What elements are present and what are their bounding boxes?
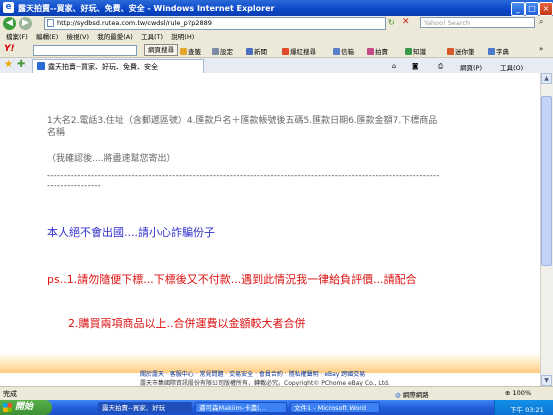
- stop-icon[interactable]: ✕: [402, 17, 410, 27]
- favorites-star-icon[interactable]: ★: [4, 59, 13, 70]
- taskbar-item-ie[interactable]: 露天拍賣--買家、好玩: [98, 402, 192, 413]
- gear-icon: [212, 48, 219, 55]
- search-icon[interactable]: ⌕: [539, 17, 543, 27]
- security-zone: ◍ 網際網路: [395, 389, 429, 399]
- title-bar: e 露天拍賣--買家、好玩、免費、安全 - Windows Internet E…: [0, 0, 553, 16]
- menu-favorites[interactable]: 我的最愛(A): [97, 32, 133, 43]
- toolbar-item-trending[interactable]: 爆紅搜尋: [282, 46, 316, 56]
- menu-file[interactable]: 檔案(F): [6, 32, 28, 43]
- toolbar-item-mail[interactable]: 信箱: [333, 46, 354, 56]
- knowledge-icon: [405, 48, 412, 55]
- feeds-icon[interactable]: ◙: [412, 62, 418, 70]
- page-content: 1大名2.電話3.住址（含郵遞區號）4.匯款戶名＋匯款帳號後五碼5.匯款日期6.…: [0, 73, 540, 386]
- flame-icon: [282, 48, 289, 55]
- window-title: 露天拍賣--買家、好玩、免費、安全 - Windows Internet Exp…: [18, 4, 275, 13]
- ps-note-1: ps..1.請勿隨便下標...下標後又不付款...遇到此情況我一律給負評價...…: [47, 273, 417, 286]
- globe-icon: ◍: [395, 391, 401, 399]
- scroll-up-arrow-icon[interactable]: ▲: [541, 73, 552, 84]
- address-field[interactable]: http://sydbsd.rutea.com.tw/cwdsl/rule_p?…: [44, 17, 386, 30]
- news-icon: [246, 48, 253, 55]
- zone-label: 網際網路: [402, 391, 429, 399]
- tab-label: 露天拍賣--買家、好玩、免費、安全: [48, 63, 159, 71]
- menu-help[interactable]: 說明(H): [171, 32, 194, 43]
- bookmark-icon: [180, 48, 187, 55]
- toolbar-item-mini-pen[interactable]: 迷你筆: [447, 46, 475, 56]
- page-menu[interactable]: 網頁(P): [460, 62, 482, 72]
- tab-active[interactable]: 露天拍賣--買家、好玩、免費、安全: [32, 59, 204, 74]
- tab-page-icon: [37, 62, 45, 70]
- yahoo-search-input[interactable]: [33, 45, 137, 56]
- taskbar-item-word[interactable]: 文件1 - Microsoft Word: [290, 402, 380, 413]
- page-icon: [47, 19, 54, 27]
- print-icon[interactable]: ⎙: [438, 62, 443, 71]
- scrollbar-thumb[interactable]: [541, 96, 552, 266]
- start-label: 開始: [15, 402, 34, 412]
- back-arrow-icon[interactable]: ◀: [3, 17, 16, 30]
- menu-view[interactable]: 檢視(V): [66, 32, 89, 43]
- refresh-icon[interactable]: ↻: [388, 18, 395, 27]
- footer-links[interactable]: 關於露天 ‧ 客服中心 ‧ 常見問題 ‧ 交易安全 ‧ 會員合約 ‧ 隱私權聲明…: [140, 369, 365, 378]
- status-text: 完成: [3, 390, 17, 398]
- maximize-button[interactable]: □: [525, 2, 539, 16]
- home-icon[interactable]: ⌂: [392, 62, 396, 70]
- close-button[interactable]: ×: [539, 2, 553, 16]
- toolbar-item-knowledge[interactable]: 知識: [405, 46, 426, 56]
- menu-edit[interactable]: 編輯(E): [36, 32, 58, 43]
- zoom-control[interactable]: ⊕ 100%: [505, 389, 531, 397]
- toolbar-item-dictionary[interactable]: 字典: [488, 46, 509, 56]
- toolbar-item-auction[interactable]: 拍賣: [367, 46, 388, 56]
- tools-menu[interactable]: 工具(O): [500, 62, 523, 72]
- dictionary-icon: [488, 48, 495, 55]
- ie-icon: e: [3, 2, 14, 13]
- fraud-warning: 本人絕不會出國....請小心詐騙份子: [47, 226, 215, 239]
- search-input[interactable]: Yahoo! Search: [420, 17, 535, 28]
- payment-instructions: 1大名2.電話3.住址（含郵遞區號）4.匯款戶名＋匯款帳號後五碼5.匯款日期6.…: [47, 116, 438, 138]
- toolbar-item-settings[interactable]: 設定: [212, 46, 233, 56]
- menu-tools[interactable]: 工具(T): [141, 32, 163, 43]
- windows-flag-icon: [3, 403, 12, 412]
- tools-menu-label: 工具(O): [500, 64, 524, 72]
- zoom-icon: ⊕: [505, 389, 511, 397]
- taskbar-item-media[interactable]: 邁可森Makiim-卡農(...: [195, 402, 287, 413]
- page-menu-label: 網頁(P): [460, 64, 482, 72]
- start-button[interactable]: 開始: [0, 400, 52, 415]
- yahoo-logo[interactable]: Y!: [4, 44, 15, 54]
- toolbar-overflow-icon[interactable]: »: [539, 45, 543, 53]
- minimize-button[interactable]: _: [511, 2, 525, 16]
- pen-icon: [447, 48, 454, 55]
- add-favorites-icon[interactable]: ✚: [17, 59, 25, 70]
- mail-icon: [333, 48, 340, 55]
- scroll-down-arrow-icon[interactable]: ▼: [541, 375, 552, 386]
- dashed-divider: ----------------------------------------…: [47, 171, 440, 190]
- web-search-button[interactable]: 網頁搜尋: [144, 44, 178, 56]
- ps-note-2: 2.購買兩項商品以上..合併運費以金額較大者合併: [68, 317, 306, 330]
- status-bar: [0, 386, 553, 401]
- zoom-level: 100%: [512, 389, 532, 397]
- clock: 下午 03:21: [510, 406, 544, 414]
- confirmation-note: （我確認後....將盡速幫您寄出）: [47, 154, 176, 164]
- address-url: http://sydbsd.rutea.com.tw/cwdsl/rule_p?…: [57, 19, 212, 27]
- toolbar-item-bookmarks[interactable]: 查籤: [180, 46, 201, 56]
- forward-arrow-icon[interactable]: ▶: [19, 17, 32, 30]
- auction-icon: [367, 48, 374, 55]
- toolbar-item-news[interactable]: 新聞: [246, 46, 267, 56]
